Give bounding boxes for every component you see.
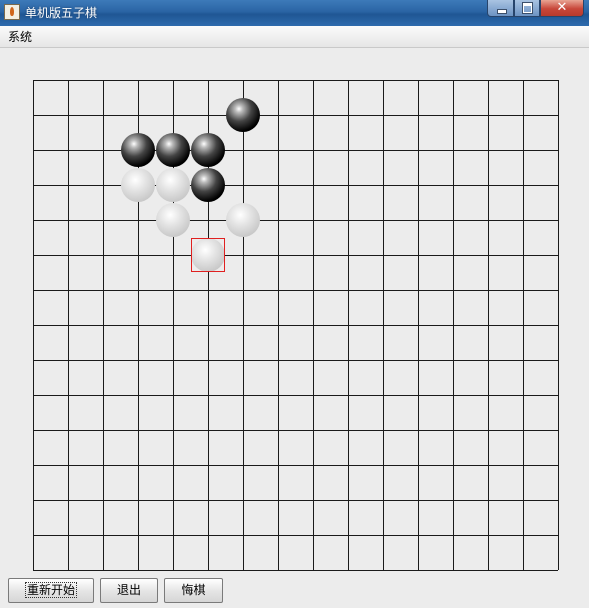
game-window: 单机版五子棋 ✕ 系统 重新开始 退出 悔棋 [0, 0, 589, 608]
grid-hline [33, 395, 558, 396]
grid-hline [33, 290, 558, 291]
grid-hline [33, 220, 558, 221]
java-cup-icon [4, 4, 20, 20]
grid-hline [33, 430, 558, 431]
close-button[interactable]: ✕ [540, 0, 584, 17]
grid-hline [33, 255, 558, 256]
black-stone [191, 133, 225, 167]
white-stone [156, 203, 190, 237]
title-bar[interactable]: 单机版五子棋 ✕ [0, 0, 589, 26]
white-stone [156, 168, 190, 202]
grid-hline [33, 115, 558, 116]
grid-hline [33, 360, 558, 361]
minimize-button[interactable] [487, 0, 514, 17]
exit-button[interactable]: 退出 [100, 578, 158, 603]
last-move-marker [191, 238, 225, 272]
menu-bar: 系统 [0, 26, 589, 48]
grid-hline [33, 150, 558, 151]
grid-hline [33, 465, 558, 466]
black-stone [191, 168, 225, 202]
grid-hline [33, 570, 558, 571]
window-title: 单机版五子棋 [25, 6, 98, 20]
grid-hline [33, 325, 558, 326]
restart-button[interactable]: 重新开始 [8, 578, 94, 603]
black-stone [121, 133, 155, 167]
close-icon: ✕ [556, 0, 568, 15]
maximize-button[interactable] [514, 0, 540, 17]
button-bar: 重新开始 退出 悔棋 [0, 576, 589, 608]
grid-hline [33, 80, 558, 81]
white-stone [226, 203, 260, 237]
grid-vline [558, 80, 559, 570]
black-stone [156, 133, 190, 167]
menu-system[interactable]: 系统 [8, 29, 32, 45]
grid-hline [33, 535, 558, 536]
gomoku-board[interactable] [33, 80, 559, 571]
restart-label: 重新开始 [24, 582, 78, 598]
grid-hline [33, 500, 558, 501]
undo-button[interactable]: 悔棋 [164, 578, 223, 603]
black-stone [226, 98, 260, 132]
grid-hline [33, 185, 558, 186]
white-stone [121, 168, 155, 202]
